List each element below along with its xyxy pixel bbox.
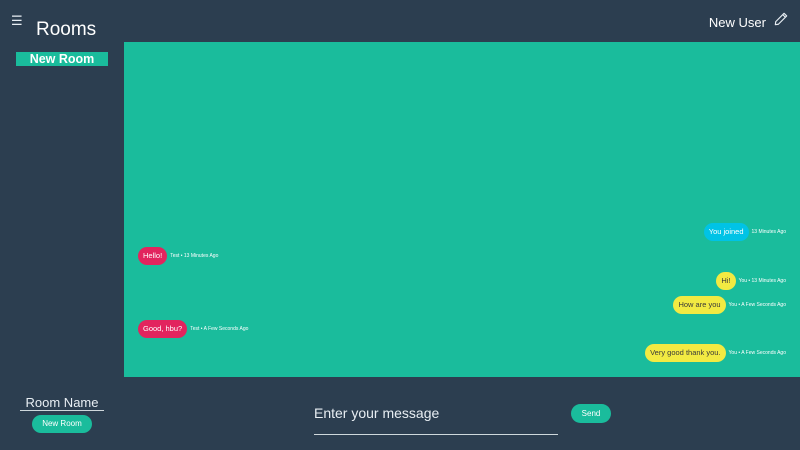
message-item: Very good thank you. You • A Few Seconds… bbox=[645, 344, 786, 362]
message-meta: You • A Few Seconds Ago bbox=[728, 301, 786, 308]
room-name-input[interactable] bbox=[20, 394, 104, 411]
message-bubble: Hello! bbox=[138, 247, 168, 265]
message-bubble: You joined bbox=[703, 223, 749, 241]
hamburger-menu-icon[interactable]: ☰ bbox=[11, 14, 23, 27]
new-room-button[interactable]: New Room bbox=[32, 415, 92, 433]
message-meta: Test • 13 Minutes Ago bbox=[170, 252, 219, 259]
message-meta: Test • A Few Seconds Ago bbox=[190, 325, 249, 332]
new-room-link[interactable]: New Room bbox=[16, 52, 108, 66]
message-item: Good, hbu? Test • A Few Seconds Ago bbox=[138, 320, 248, 338]
message-item: Hello! Test • 13 Minutes Ago bbox=[138, 247, 218, 265]
message-meta: You • A Few Seconds Ago bbox=[728, 349, 786, 356]
send-button[interactable]: Send bbox=[571, 404, 611, 423]
message-bubble: Very good thank you. bbox=[645, 344, 726, 362]
message-item: How are you You • A Few Seconds Ago bbox=[673, 296, 786, 314]
message-bubble: How are you bbox=[673, 296, 726, 314]
message-meta: 13 Minutes Ago bbox=[751, 228, 786, 235]
message-input[interactable] bbox=[314, 392, 558, 435]
user-name[interactable]: New User bbox=[709, 15, 766, 30]
rooms-title: Rooms bbox=[36, 19, 97, 40]
pencil-icon[interactable] bbox=[774, 12, 788, 26]
message-bubble: Hi! bbox=[716, 272, 736, 290]
chat-area: You joined 13 Minutes Ago Hello! Test • … bbox=[124, 42, 800, 377]
message-bubble: Good, hbu? bbox=[138, 320, 188, 338]
message-item: You joined 13 Minutes Ago bbox=[703, 223, 786, 241]
message-item: Hi! You • 13 Minutes Ago bbox=[716, 272, 786, 290]
message-meta: You • 13 Minutes Ago bbox=[738, 277, 786, 284]
